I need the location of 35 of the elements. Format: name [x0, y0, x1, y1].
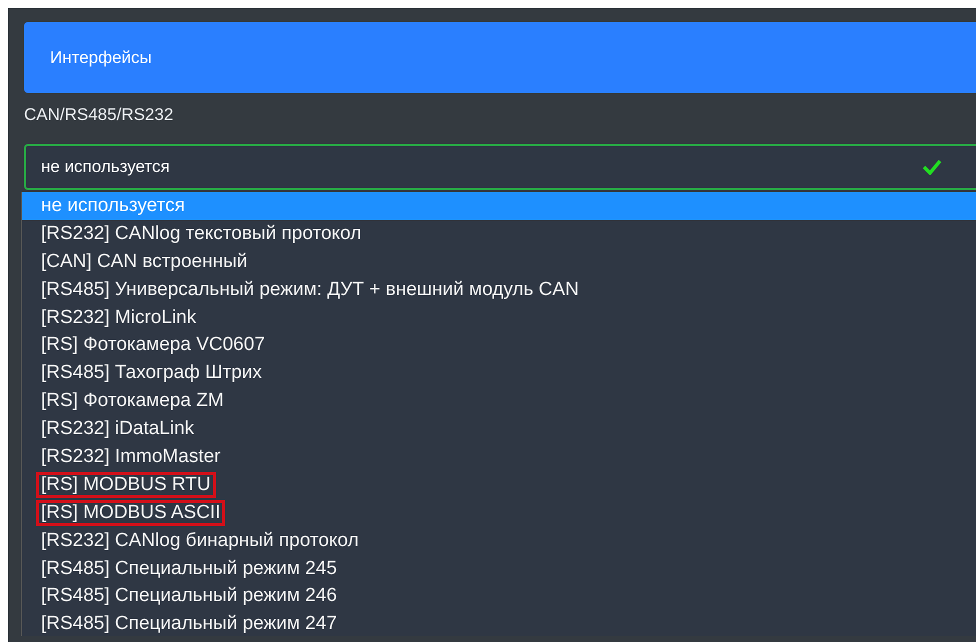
select-field[interactable]: не используется — [24, 144, 976, 190]
option-highlight: [RS485] Специальный режим 247 — [40, 612, 338, 636]
dropdown-option[interactable]: [RS] MODBUS ASCII — [22, 498, 976, 527]
option-highlight: [RS485] Тахограф Штрих — [40, 361, 263, 386]
option-highlight: [RS485] Универсальный режим: ДУТ + внешний модуль CAN — [40, 278, 580, 302]
option-highlight: [RS] Фотокамера ZM — [40, 389, 225, 414]
option-highlight: [RS] Фотокамера VC0607 — [40, 333, 266, 358]
option-highlight: [RS485] Специальный режим 246 — [40, 584, 338, 608]
dropdown-option[interactable]: [RS485] Специальный режим 245 — [22, 554, 976, 582]
dropdown-option[interactable]: [RS232] ImmoMaster — [22, 443, 976, 471]
check-icon — [922, 159, 942, 175]
dropdown-option[interactable]: [RS232] MicroLink — [22, 304, 976, 332]
option-highlight: [RS232] CANlog текстовый протокол — [40, 222, 362, 246]
option-highlight: [RS485] Специальный режим 245 — [40, 556, 338, 581]
dropdown-option[interactable]: [RS232] CANlog текстовый протокол — [22, 220, 976, 248]
option-highlight: [CAN] CAN встроенный — [40, 250, 248, 274]
dropdown-option[interactable]: [RS485] Тахограф Штрих — [22, 359, 976, 388]
option-highlight: [RS232] iDataLink — [40, 417, 196, 442]
option-highlight: [RS232] ImmoMaster — [40, 444, 222, 469]
dropdown-option[interactable]: [RS485] Универсальный режим: ДУТ + внешний модуль CAN — [22, 276, 976, 304]
dropdown-option[interactable]: [RS] MODBUS RTU — [22, 470, 976, 499]
dropdown-option[interactable]: [RS] Фотокамера VC0607 — [22, 331, 976, 360]
option-highlight: не используется — [40, 194, 186, 218]
dropdown-option[interactable]: [RS485] Специальный режим 247 — [22, 610, 976, 636]
option-highlight: [RS232] MicroLink — [40, 306, 198, 330]
dropdown-option[interactable]: [RS485] Специальный режим 246 — [22, 582, 976, 610]
option-highlight: [RS232] CANlog бинарный протокол — [40, 528, 360, 553]
option-highlight: [RS] MODBUS ASCII — [36, 500, 226, 526]
dropdown-option[interactable]: [RS232] CANlog бинарный протокол — [22, 526, 976, 555]
dropdown-option[interactable]: [RS232] iDataLink — [22, 415, 976, 444]
dropdown-option[interactable]: [RS] Фотокамера ZM — [22, 387, 976, 416]
field-label: CAN/RS485/RS232 — [24, 105, 174, 125]
section-header: Интерфейсы — [24, 22, 976, 93]
option-highlight: [RS] MODBUS RTU — [36, 472, 216, 498]
dropdown-option[interactable]: [CAN] CAN встроенный — [22, 248, 976, 276]
